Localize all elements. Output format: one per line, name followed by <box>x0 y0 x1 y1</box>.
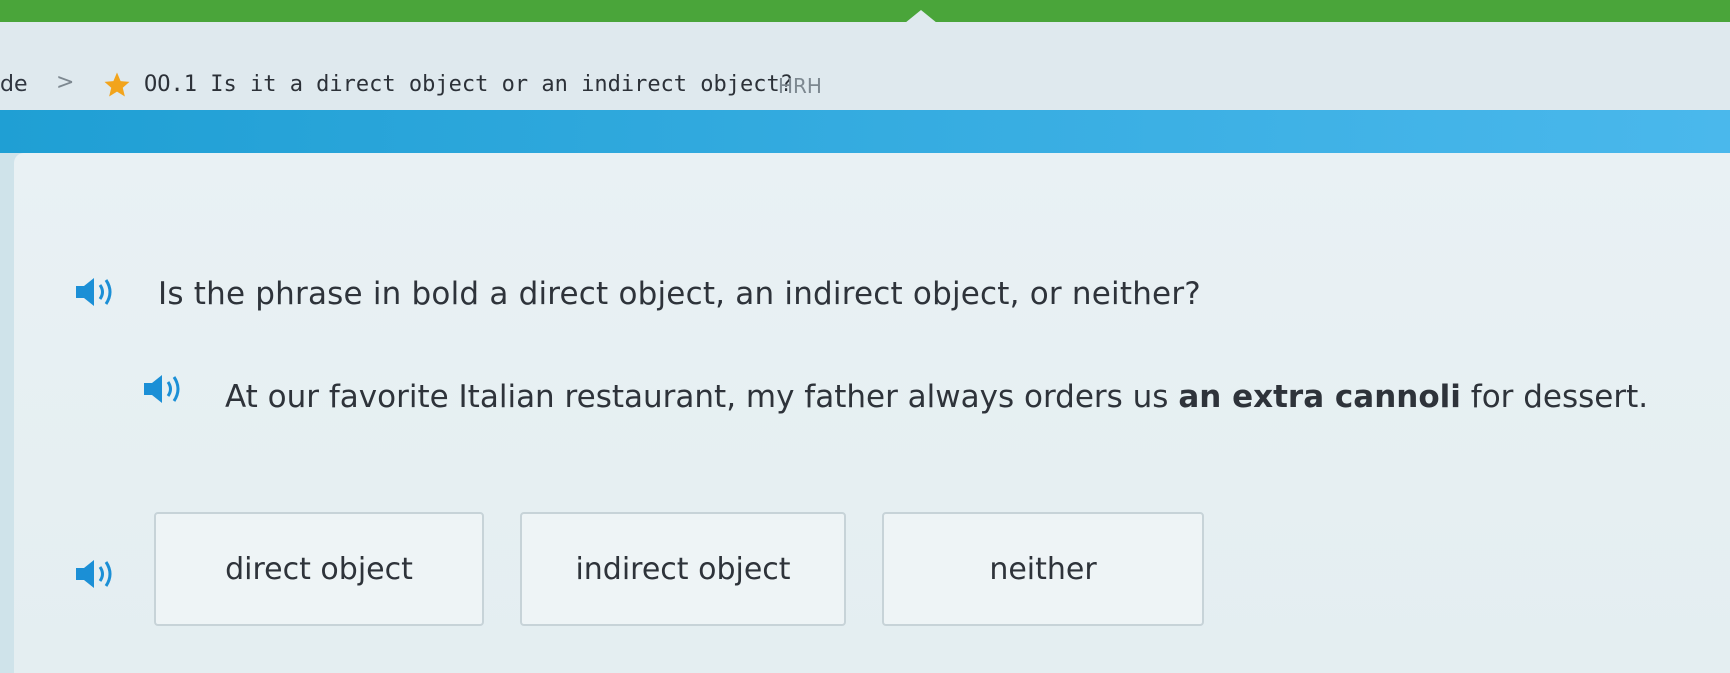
skill-code: HRH <box>778 74 822 98</box>
bold-phrase: an extra cannoli <box>1178 379 1461 415</box>
breadcrumb-separator: > <box>56 70 75 95</box>
sentence-text: At our favorite Italian restaurant, my f… <box>225 379 1179 415</box>
breadcrumb: de > OO.1 Is it a direct object or an in… <box>0 22 1730 110</box>
header-band <box>0 110 1730 153</box>
example-sentence: At our favorite Italian restaurant, my f… <box>140 368 1680 426</box>
choice-neither[interactable]: neither <box>882 512 1204 626</box>
skill-title: OO.1 Is it a direct object or an indirec… <box>144 72 794 97</box>
question-prompt: Is the phrase in bold a direct object, a… <box>158 276 1201 312</box>
speaker-icon[interactable] <box>72 274 120 310</box>
choice-indirect-object[interactable]: indirect object <box>520 512 846 626</box>
top-progress-bar <box>0 0 1730 22</box>
choice-direct-object[interactable]: direct object <box>154 512 484 626</box>
speaker-icon[interactable] <box>72 556 120 592</box>
star-icon[interactable] <box>102 70 132 100</box>
breadcrumb-previous-link[interactable]: de <box>0 72 28 97</box>
sentence-text-end: for dessert. <box>1460 379 1649 415</box>
